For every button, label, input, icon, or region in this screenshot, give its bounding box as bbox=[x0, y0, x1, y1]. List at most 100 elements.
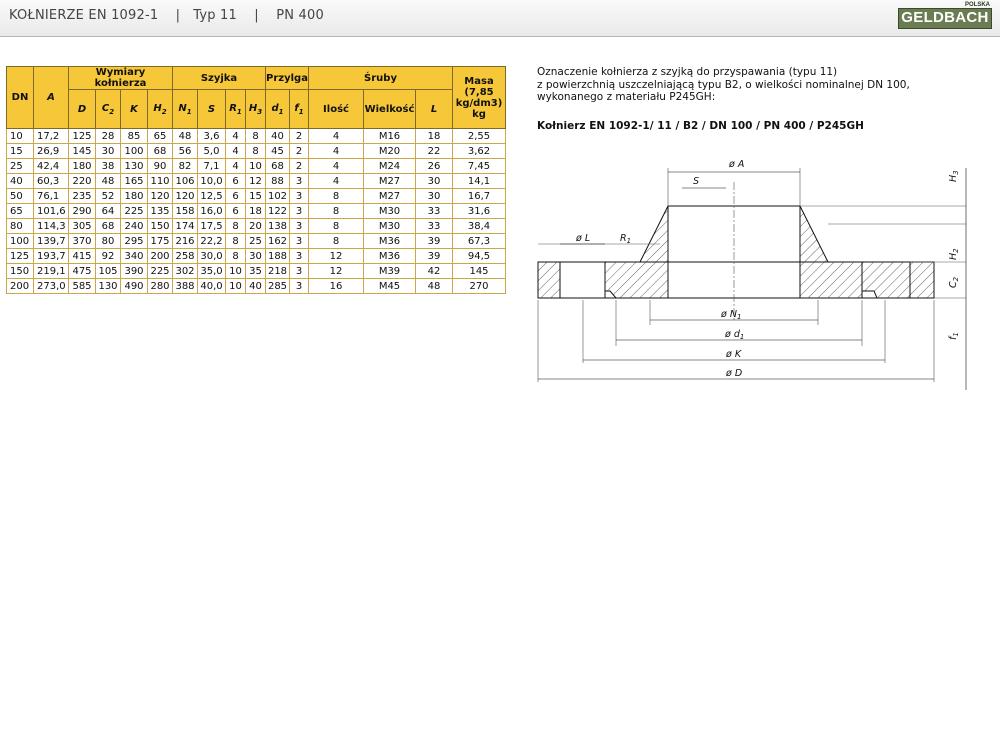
table-cell: 188 bbox=[265, 248, 290, 264]
table-cell: 35,0 bbox=[197, 263, 226, 279]
table-cell: 145 bbox=[68, 143, 96, 159]
table-cell: 110 bbox=[147, 173, 173, 189]
table-row: 80 114,3 305 68 240 150 174 17,5 8 20 138 3 8 M30 33 38… bbox=[6, 218, 506, 234]
table-cell: 4 bbox=[225, 128, 246, 144]
table-row: 100 139,7 370 80 295 175 216 22,2 8 25 162 3 8 M36 39 6… bbox=[6, 233, 506, 249]
table-cell: 290 bbox=[68, 203, 96, 219]
table-cell: 30 bbox=[245, 248, 266, 264]
table-cell: 100 bbox=[120, 143, 148, 159]
table-cell: 225 bbox=[147, 263, 173, 279]
header-c2: C2 bbox=[95, 89, 121, 129]
table-cell: 273,0 bbox=[33, 278, 69, 294]
table-row: 10 17,2 125 28 85 65 48 3,6 4 8 40 2 4 M16 18 2,55 bbox=[6, 128, 506, 144]
table-cell: 40 bbox=[245, 278, 266, 294]
table-row: 40 60,3 220 48 165 110 106 10,0 6 12 88 3 4 M27 30 14,1 bbox=[6, 173, 506, 189]
table-cell: 175 bbox=[147, 233, 173, 249]
table-cell: 101,6 bbox=[33, 203, 69, 219]
table-cell: 10 bbox=[6, 128, 34, 144]
table-cell: M27 bbox=[363, 173, 416, 189]
table-cell: 30 bbox=[415, 173, 453, 189]
table-cell: 39 bbox=[415, 248, 453, 264]
description-line-3: wykonanego z materiału P245GH: bbox=[537, 91, 716, 103]
table-cell: 6 bbox=[225, 203, 246, 219]
table-cell: 4 bbox=[225, 158, 246, 174]
label-phi-k: ø K bbox=[725, 349, 742, 360]
table-cell: 388 bbox=[172, 278, 198, 294]
table-row: 200 273,0 585 130 490 280 388 40,0 10 40 285 3 16 M45… bbox=[6, 278, 506, 294]
table-cell: 150 bbox=[6, 263, 34, 279]
table-cell: 42,4 bbox=[33, 158, 69, 174]
table-cell: 162 bbox=[265, 233, 290, 249]
table-cell: 219,1 bbox=[33, 263, 69, 279]
table-cell: 174 bbox=[172, 218, 198, 234]
table-cell: 82 bbox=[172, 158, 198, 174]
table-cell: 25 bbox=[245, 233, 266, 249]
table-cell: 8 bbox=[308, 203, 364, 219]
table-cell: 258 bbox=[172, 248, 198, 264]
table-cell: 150 bbox=[147, 218, 173, 234]
table-cell: 15 bbox=[245, 188, 266, 204]
table-cell: M45 bbox=[363, 278, 416, 294]
table-cell: 165 bbox=[120, 173, 148, 189]
table-cell: 125 bbox=[68, 128, 96, 144]
table-cell: 12 bbox=[245, 173, 266, 189]
table-cell: 415 bbox=[68, 248, 96, 264]
table-cell: 35 bbox=[245, 263, 266, 279]
page-title: KOŁNIERZE EN 1092-1 | Typ 11 | PN 400 bbox=[9, 8, 324, 23]
table-cell: 3 bbox=[289, 173, 309, 189]
table-cell: 40,0 bbox=[197, 278, 226, 294]
header-r1: R1 bbox=[225, 89, 246, 129]
header-wymiary: Wymiary kołnierza bbox=[68, 66, 173, 90]
table-cell: 158 bbox=[172, 203, 198, 219]
table-cell: 65 bbox=[6, 203, 34, 219]
table-cell: M30 bbox=[363, 218, 416, 234]
table-cell: 106 bbox=[172, 173, 198, 189]
table-cell: 138 bbox=[265, 218, 290, 234]
table-cell: M36 bbox=[363, 233, 416, 249]
table-cell: 4 bbox=[225, 143, 246, 159]
table-cell: 30 bbox=[415, 188, 453, 204]
table-cell: 3 bbox=[289, 278, 309, 294]
table-cell: 33 bbox=[415, 218, 453, 234]
table-cell: 31,6 bbox=[452, 203, 506, 219]
table-cell: 8 bbox=[225, 248, 246, 264]
table-cell: 200 bbox=[6, 278, 34, 294]
table-cell: 48 bbox=[95, 173, 121, 189]
table-cell: 56 bbox=[172, 143, 198, 159]
table-cell: 3,62 bbox=[452, 143, 506, 159]
table-cell: 18 bbox=[415, 128, 453, 144]
designation-description: Oznaczenie kołnierza z szyjką do przyspa… bbox=[537, 66, 910, 132]
table-cell: 33 bbox=[415, 203, 453, 219]
header-n1: N1 bbox=[172, 89, 198, 129]
table-cell: 45 bbox=[265, 143, 290, 159]
header-przylga: Przylga bbox=[265, 66, 309, 90]
table-cell: 80 bbox=[6, 218, 34, 234]
table-cell: 88 bbox=[265, 173, 290, 189]
table-cell: 12,5 bbox=[197, 188, 226, 204]
left-flange-section bbox=[537, 205, 669, 299]
table-cell: 8 bbox=[225, 218, 246, 234]
header-h3: H3 bbox=[245, 89, 266, 129]
table-cell: 216 bbox=[172, 233, 198, 249]
table-cell: 370 bbox=[68, 233, 96, 249]
table-cell: 125 bbox=[6, 248, 34, 264]
right-flange-section bbox=[799, 205, 935, 299]
table-cell: 65 bbox=[147, 128, 173, 144]
table-cell: 10 bbox=[245, 158, 266, 174]
table-cell: 48 bbox=[415, 278, 453, 294]
table-cell: 30,0 bbox=[197, 248, 226, 264]
header-f1: f1 bbox=[289, 89, 309, 129]
table-row: 150 219,1 475 105 390 225 302 35,0 10 35 218 3 12 M39… bbox=[6, 263, 506, 279]
table-cell: 26 bbox=[415, 158, 453, 174]
table-cell: 218 bbox=[265, 263, 290, 279]
table-cell: 240 bbox=[120, 218, 148, 234]
header-dn: DN bbox=[6, 66, 34, 129]
table-cell: 4 bbox=[308, 128, 364, 144]
header-masa: Masa (7,85 kg/dm3) kg bbox=[452, 66, 506, 129]
table-cell: 10 bbox=[225, 278, 246, 294]
table-cell: 100 bbox=[6, 233, 34, 249]
label-phi-d: ø D bbox=[725, 368, 742, 379]
table-cell: 22 bbox=[415, 143, 453, 159]
table-cell: 68 bbox=[265, 158, 290, 174]
table-cell: 7,1 bbox=[197, 158, 226, 174]
